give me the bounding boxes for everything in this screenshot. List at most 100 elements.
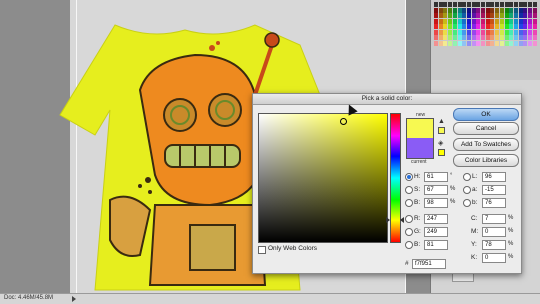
swatch-cell[interactable]	[509, 24, 514, 29]
swatch-cell[interactable]	[462, 35, 467, 40]
swatch-cell[interactable]	[528, 13, 532, 18]
cube-icon[interactable]: ◈	[438, 140, 444, 147]
lab-b-radio[interactable]	[463, 199, 471, 207]
swatch-cell[interactable]	[438, 40, 443, 46]
swatch-cell[interactable]	[509, 7, 514, 13]
swatch-cell[interactable]	[518, 29, 523, 35]
color-libraries-button[interactable]: Color Libraries	[453, 154, 519, 167]
swatch-cell[interactable]	[504, 35, 509, 40]
swatch-cell[interactable]	[443, 13, 448, 18]
swatch-cell[interactable]	[518, 18, 523, 24]
swatch-cell[interactable]	[509, 13, 514, 18]
swatch-cell[interactable]	[495, 29, 500, 35]
swatch-cell[interactable]	[471, 29, 476, 35]
h-input[interactable]: 61	[424, 172, 448, 182]
web-safe-swatch[interactable]	[438, 149, 445, 156]
swatch-cell[interactable]	[462, 24, 467, 29]
swatch-cell[interactable]	[499, 18, 504, 24]
swatch-cell[interactable]	[490, 13, 495, 18]
a-input[interactable]: -15	[482, 185, 506, 195]
swatch-cell[interactable]	[452, 29, 457, 35]
swatch-cell[interactable]	[495, 13, 500, 18]
swatch-cell[interactable]	[443, 40, 448, 46]
current-color-swatch[interactable]	[406, 138, 434, 159]
b-input[interactable]: 98	[424, 198, 448, 208]
swatch-cell[interactable]	[476, 24, 481, 29]
swatch-cell[interactable]	[434, 7, 438, 13]
swatch-cell[interactable]	[518, 13, 523, 18]
a-radio[interactable]	[463, 186, 471, 194]
swatch-cell[interactable]	[523, 29, 528, 35]
swatch-cell[interactable]	[532, 24, 537, 29]
swatch-cell[interactable]	[485, 24, 490, 29]
swatch-cell[interactable]	[448, 40, 453, 46]
swatch-cell[interactable]	[462, 7, 467, 13]
swatch-cell[interactable]	[476, 13, 481, 18]
swatch-cell[interactable]	[499, 7, 504, 13]
swatch-cell[interactable]	[471, 35, 476, 40]
swatch-cell[interactable]	[513, 13, 518, 18]
swatch-cell[interactable]	[476, 29, 481, 35]
swatch-cell[interactable]	[471, 40, 476, 46]
swatch-cell[interactable]	[513, 18, 518, 24]
swatch-cell[interactable]	[448, 7, 453, 13]
swatch-cell[interactable]	[448, 24, 453, 29]
swatch-cell[interactable]	[523, 2, 528, 7]
swatch-cell[interactable]	[532, 13, 537, 18]
g-input[interactable]: 249	[424, 227, 448, 237]
swatch-cell[interactable]	[509, 2, 514, 7]
swatch-cell[interactable]	[495, 7, 500, 13]
swatch-cell[interactable]	[528, 40, 532, 46]
swatch-cell[interactable]	[438, 24, 443, 29]
swatch-cell[interactable]	[471, 24, 476, 29]
swatch-cell[interactable]	[532, 40, 537, 46]
swatch-cell[interactable]	[448, 2, 453, 7]
swatch-cell[interactable]	[504, 2, 509, 7]
swatch-cell[interactable]	[471, 13, 476, 18]
swatch-cell[interactable]	[481, 29, 485, 35]
swatch-cell[interactable]	[518, 2, 523, 7]
swatch-cell[interactable]	[462, 29, 467, 35]
swatch-cell[interactable]	[443, 29, 448, 35]
swatch-cell[interactable]	[448, 35, 453, 40]
b-radio[interactable]	[405, 199, 413, 207]
swatch-cell[interactable]	[495, 40, 500, 46]
swatch-cell[interactable]	[448, 13, 453, 18]
swatch-cell[interactable]	[466, 2, 471, 7]
swatch-cell[interactable]	[438, 7, 443, 13]
g-radio[interactable]	[405, 228, 413, 236]
swatch-cell[interactable]	[476, 18, 481, 24]
swatch-cell[interactable]	[481, 24, 485, 29]
swatch-cell[interactable]	[438, 18, 443, 24]
rgb-b-radio[interactable]	[405, 241, 413, 249]
swatch-cell[interactable]	[438, 13, 443, 18]
l-input[interactable]: 96	[482, 172, 506, 182]
swatch-cell[interactable]	[518, 7, 523, 13]
swatch-cell[interactable]	[481, 2, 485, 7]
swatch-cell[interactable]	[518, 40, 523, 46]
swatch-cell[interactable]	[495, 2, 500, 7]
swatch-cell[interactable]	[499, 24, 504, 29]
swatch-cell[interactable]	[462, 13, 467, 18]
s-input[interactable]: 67	[424, 185, 448, 195]
swatch-cell[interactable]	[434, 2, 438, 7]
r-radio[interactable]	[405, 215, 413, 223]
swatch-cell[interactable]	[509, 35, 514, 40]
color-field-marker[interactable]	[340, 118, 347, 125]
swatch-cell[interactable]	[523, 18, 528, 24]
swatch-cell[interactable]	[452, 7, 457, 13]
swatch-cell[interactable]	[523, 7, 528, 13]
swatch-cell[interactable]	[476, 2, 481, 7]
r-input[interactable]: 247	[424, 214, 448, 224]
swatch-cell[interactable]	[466, 29, 471, 35]
swatch-cell[interactable]	[434, 18, 438, 24]
only-web-colors-checkbox[interactable]	[258, 246, 266, 254]
gamut-warning-swatch[interactable]	[438, 127, 445, 134]
swatch-cell[interactable]	[443, 2, 448, 7]
lab-b-input[interactable]: 76	[482, 198, 506, 208]
h-radio[interactable]	[405, 173, 413, 181]
k-input[interactable]: 0	[482, 253, 506, 263]
swatch-cell[interactable]	[476, 40, 481, 46]
swatch-cell[interactable]	[476, 35, 481, 40]
swatch-cell[interactable]	[485, 35, 490, 40]
